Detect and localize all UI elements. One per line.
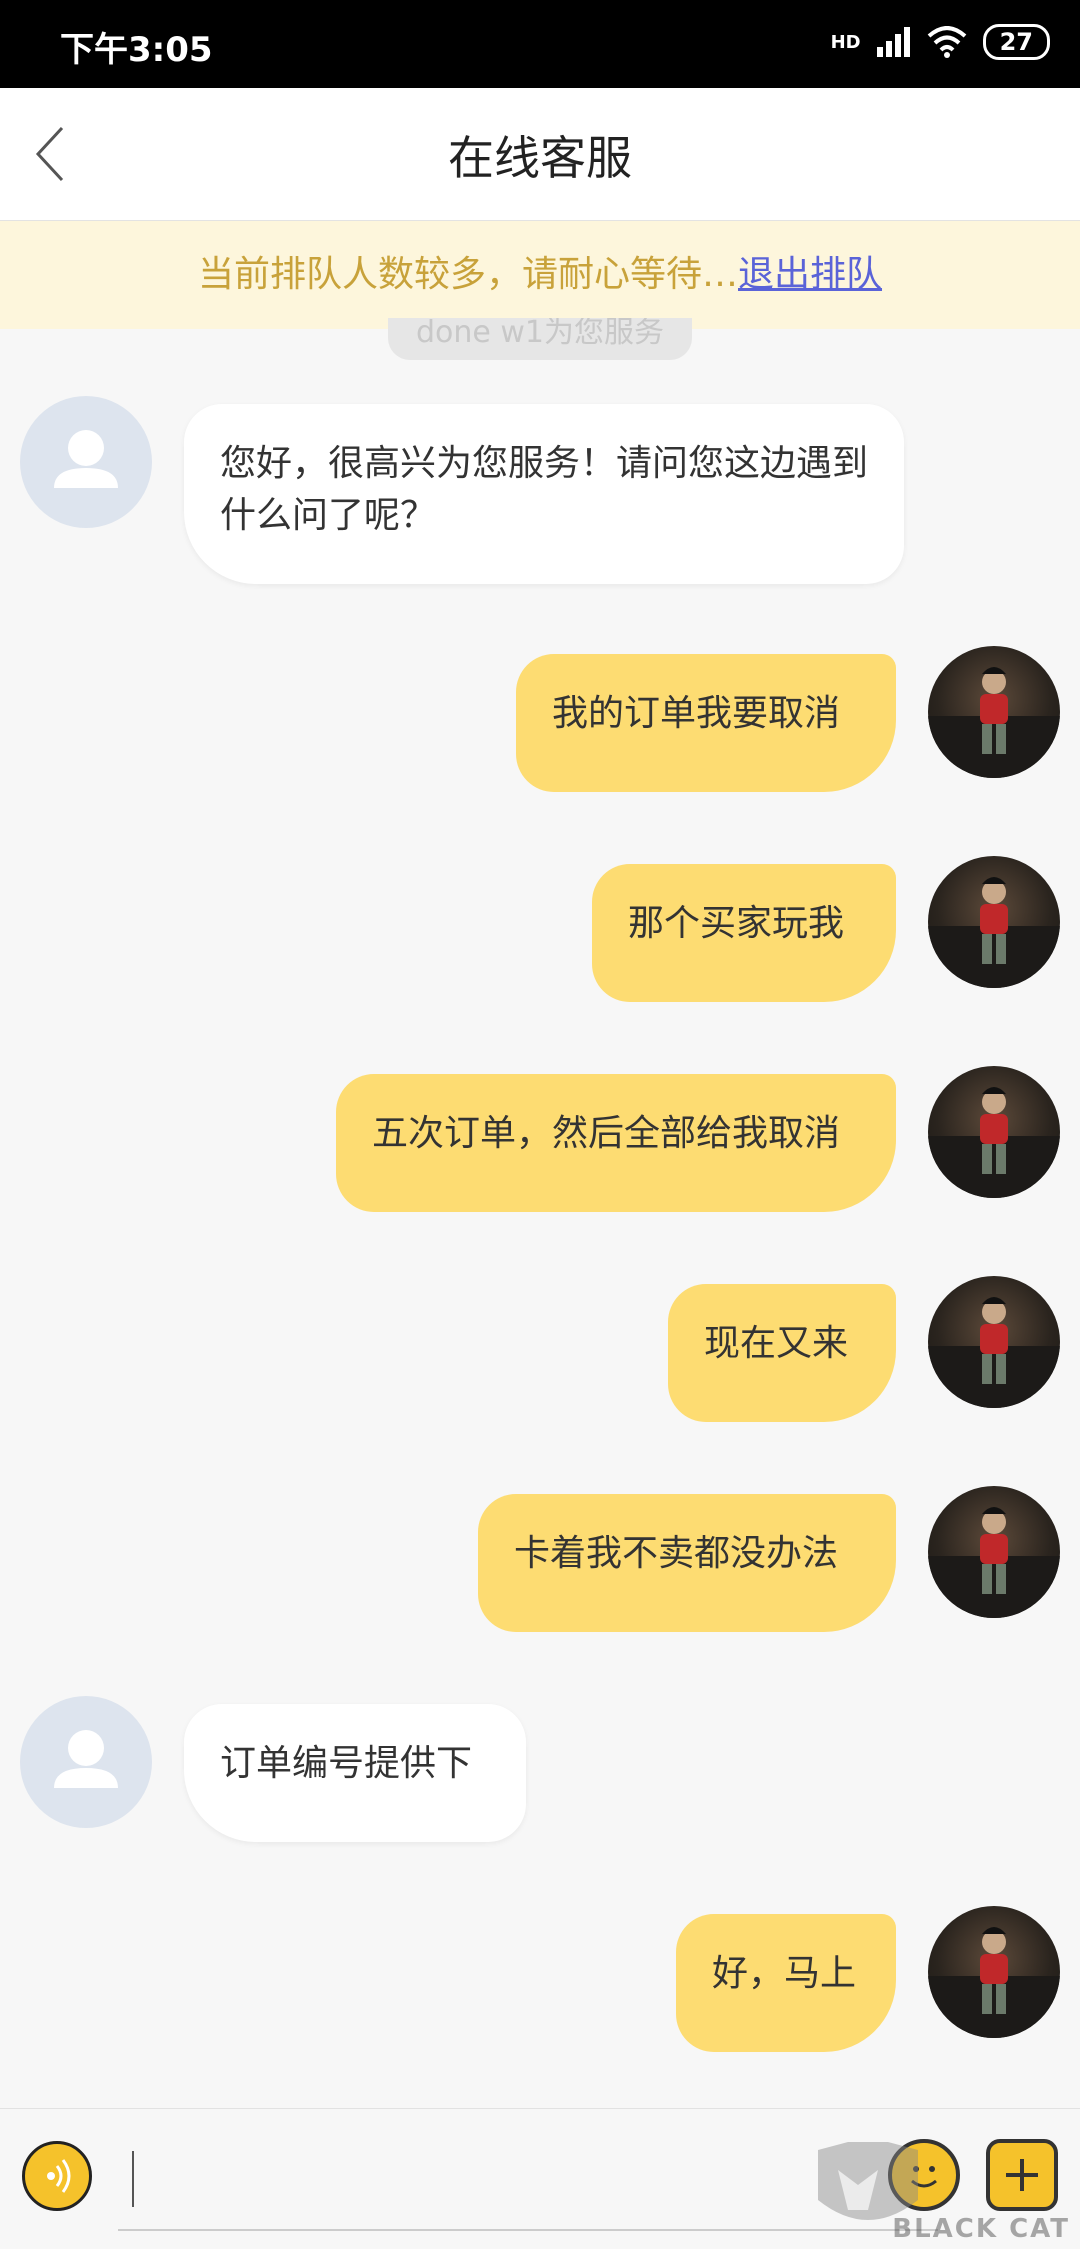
user-avatar — [928, 1276, 1060, 1408]
user-avatar — [928, 1066, 1060, 1198]
agent-avatar — [20, 396, 152, 528]
status-bar: 下午3:05 HD 27 — [0, 0, 1080, 88]
user-message-bubble: 我的订单我要取消 — [516, 654, 896, 792]
user-photo-icon — [928, 1507, 1060, 1618]
user-message-bubble: 那个买家玩我 — [592, 864, 896, 1002]
quit-queue-link[interactable]: 退出排队 — [738, 254, 882, 295]
queue-banner-text: 当前排队人数较多，请耐心等待… — [197, 254, 738, 295]
user-photo-icon — [928, 667, 1060, 778]
user-message-bubble: 现在又来 — [668, 1284, 896, 1422]
queue-banner: 当前排队人数较多，请耐心等待…退出排队 — [0, 221, 1080, 329]
signal-icon — [876, 27, 910, 57]
voice-button[interactable] — [22, 2141, 92, 2211]
user-photo-icon — [928, 1297, 1060, 1408]
watermark: BLACK CAT — [808, 2140, 1080, 2248]
user-avatar — [928, 856, 1060, 988]
user-photo-icon — [928, 1087, 1060, 1198]
network-label: HD — [830, 31, 861, 53]
user-photo-icon — [928, 877, 1060, 988]
user-message-bubble: 好，马上 — [676, 1914, 896, 2052]
header-bar: 在线客服 — [0, 88, 1080, 221]
user-photo-icon — [928, 1927, 1060, 2038]
voice-icon — [47, 2159, 71, 2193]
text-caret — [132, 2151, 134, 2207]
watermark-text: BLACK CAT — [892, 2214, 1070, 2244]
agent-message-bubble: 订单编号提供下 — [184, 1704, 526, 1842]
battery-indicator: 27 — [982, 24, 1050, 60]
agent-avatar — [20, 1696, 152, 1828]
agent-person-icon — [54, 430, 118, 488]
wifi-icon — [927, 26, 966, 58]
user-message-bubble: 卡着我不卖都没办法 — [478, 1494, 896, 1632]
system-notice: done w1为您服务 — [388, 318, 692, 360]
user-avatar — [928, 1906, 1060, 2038]
page-title: 在线客服 — [448, 131, 632, 185]
status-icons: HD 27 — [831, 24, 1050, 60]
agent-person-icon — [54, 1730, 118, 1788]
user-avatar — [928, 1486, 1060, 1618]
agent-message-bubble: 您好，很高兴为您服务！请问您这边遇到什么问了呢？ — [184, 404, 904, 584]
user-message-bubble: 五次订单，然后全部给我取消 — [336, 1074, 896, 1212]
status-time: 下午3:05 — [60, 30, 213, 70]
system-notice-text: done w1为您服务 — [415, 318, 665, 350]
user-avatar — [928, 646, 1060, 778]
